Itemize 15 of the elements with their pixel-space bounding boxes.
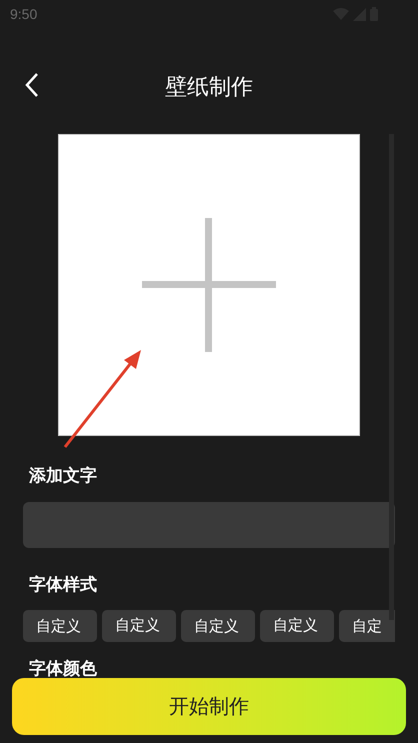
font-style-option[interactable]: 自定义: [260, 610, 334, 642]
font-style-option[interactable]: 自定义: [23, 610, 97, 642]
font-color-label: 字体颜色: [29, 658, 98, 680]
text-input-field[interactable]: [23, 502, 395, 548]
add-text-label: 添加文字: [29, 465, 98, 487]
add-icon[interactable]: [142, 218, 276, 352]
back-button[interactable]: [24, 72, 40, 98]
font-style-option[interactable]: 自定义: [102, 610, 176, 642]
font-style-option[interactable]: 自定义: [181, 610, 255, 642]
back-icon: [24, 72, 40, 98]
font-style-label: 字体样式: [29, 574, 98, 596]
start-button[interactable]: 开始制作: [12, 678, 406, 735]
status-time: 9:50: [10, 4, 38, 24]
page-title: 壁纸制作: [165, 72, 253, 100]
font-style-option[interactable]: 自定: [339, 610, 395, 642]
